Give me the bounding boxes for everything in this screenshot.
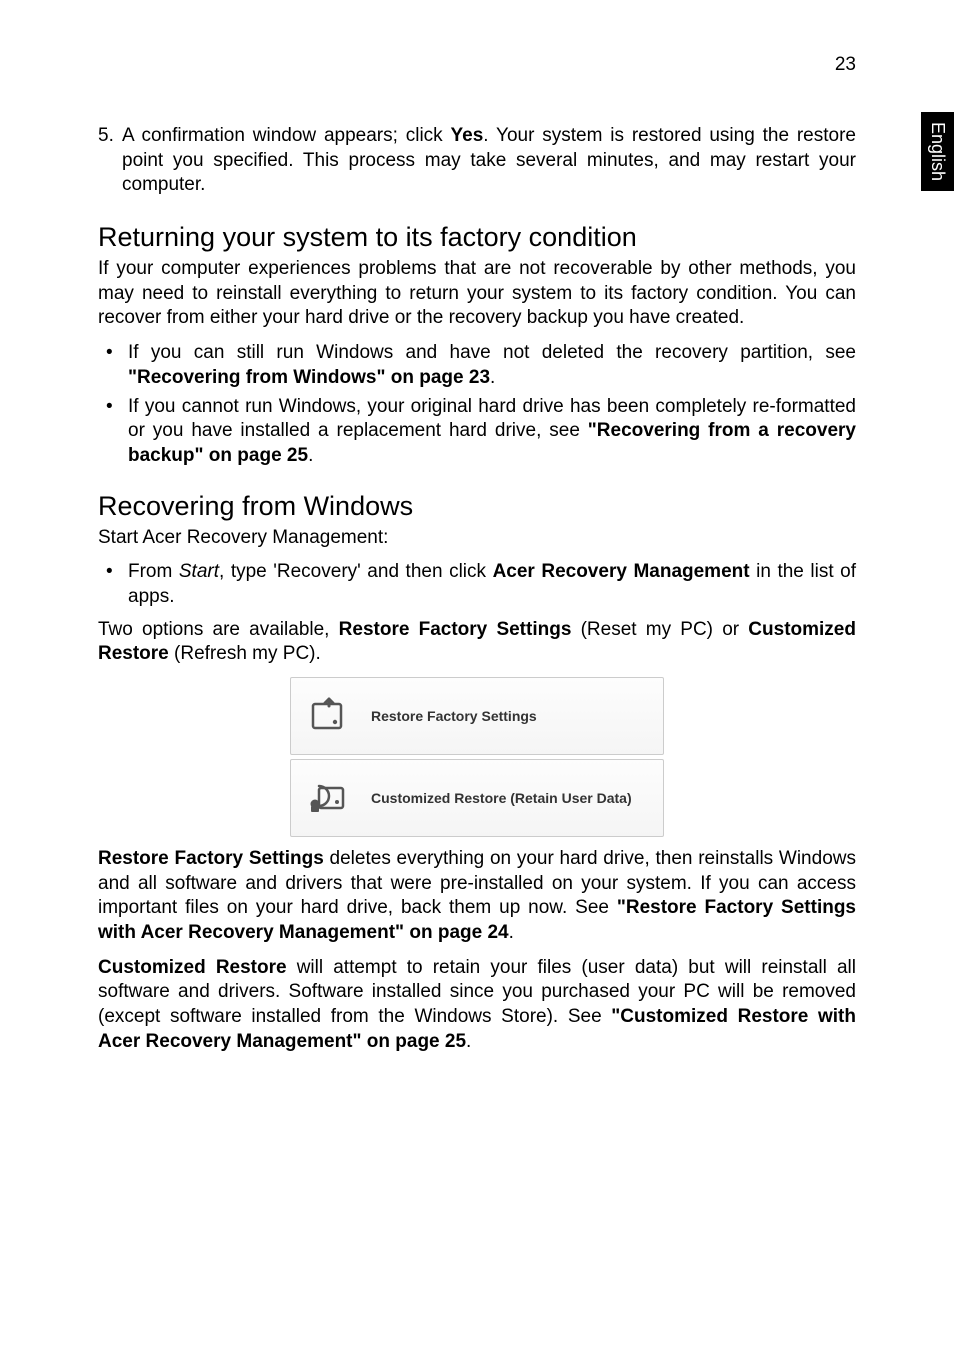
page-number: 23	[835, 54, 856, 76]
yes-label: Yes	[451, 125, 484, 146]
text-fragment: .	[308, 445, 313, 466]
step-text: A confirmation window appears; click Yes…	[122, 124, 856, 198]
paragraph: If your computer experiences problems th…	[98, 257, 856, 331]
paragraph: Start Acer Recovery Management:	[98, 526, 856, 551]
text-fragment: If you can still run Windows and have no…	[128, 342, 856, 363]
customized-restore-label: Customized Restore (Retain User Data)	[371, 790, 632, 806]
text-fragment: Two options are available,	[98, 619, 339, 640]
app-name: Acer Recovery Management	[493, 561, 750, 582]
text-fragment: (Refresh my PC).	[169, 643, 321, 664]
cross-ref-link: "Recovering from Windows" on page 23	[128, 367, 490, 388]
restore-factory-button: Restore Factory Settings	[290, 677, 664, 755]
paragraph-cr: Customized Restore will attempt to retai…	[98, 956, 856, 1055]
bullet-marker: •	[106, 395, 128, 469]
bullet-marker: •	[106, 560, 128, 609]
option-name: Customized Restore	[98, 957, 287, 978]
bullet-marker: •	[106, 341, 128, 390]
figure-options: Restore Factory Settings Customized Rest…	[290, 677, 664, 837]
restore-factory-icon	[309, 696, 349, 736]
text-fragment: .	[490, 367, 495, 388]
text-fragment: .	[466, 1031, 471, 1052]
text-fragment: , type 'Recovery' and then click	[219, 561, 493, 582]
bullet-text: If you cannot run Windows, your original…	[128, 395, 856, 469]
language-tab: English	[921, 112, 954, 191]
option-name: Restore Factory Settings	[98, 848, 324, 869]
bullet-item: • If you cannot run Windows, your origin…	[106, 395, 856, 469]
bullet-item: • From Start, type 'Recovery' and then c…	[106, 560, 856, 609]
customized-restore-icon	[309, 778, 349, 818]
step-number: 5.	[98, 124, 122, 198]
bullet-item: • If you can still run Windows and have …	[106, 341, 856, 390]
text-fragment: (Reset my PC) or	[571, 619, 748, 640]
bullet-text: From Start, type 'Recovery' and then cli…	[128, 560, 856, 609]
option-name: Restore Factory Settings	[339, 619, 572, 640]
heading-returning: Returning your system to its factory con…	[98, 222, 856, 253]
restore-factory-label: Restore Factory Settings	[371, 708, 537, 724]
text-fragment: A confirmation window appears; click	[122, 125, 451, 146]
paragraph-rfs: Restore Factory Settings deletes everyth…	[98, 847, 856, 946]
step-5: 5. A confirmation window appears; click …	[98, 124, 856, 198]
page-container: 23 English 5. A confirmation window appe…	[0, 0, 954, 1369]
bullet-text: If you can still run Windows and have no…	[128, 341, 856, 390]
paragraph: Two options are available, Restore Facto…	[98, 618, 856, 667]
customized-restore-button: Customized Restore (Retain User Data)	[290, 759, 664, 837]
heading-recovering: Recovering from Windows	[98, 491, 856, 522]
text-fragment: From	[128, 561, 179, 582]
start-menu-label: Start	[179, 561, 219, 582]
text-fragment: .	[509, 922, 514, 943]
